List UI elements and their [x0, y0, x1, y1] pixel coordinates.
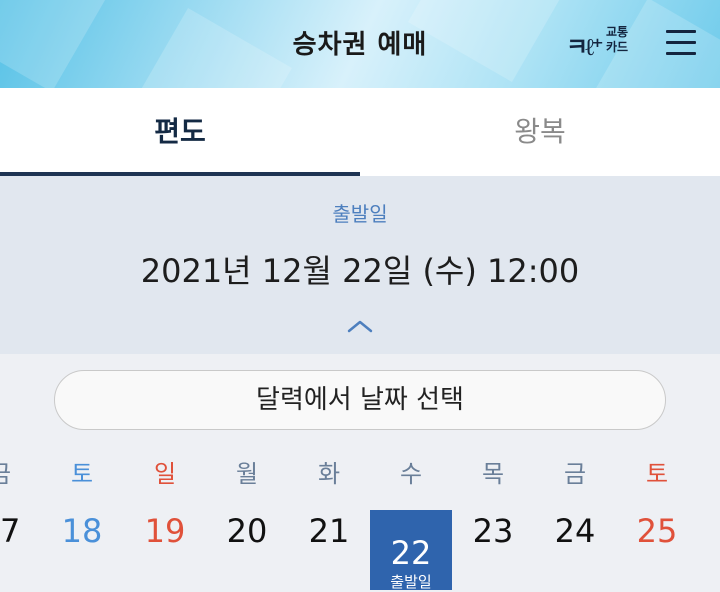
- selected-day-cell[interactable]: 22 출발일: [370, 510, 452, 591]
- card-label-line2: 카드: [606, 40, 629, 54]
- transport-card-button[interactable]: ㅋℓ⁺ 교통 카드: [566, 25, 636, 61]
- departure-label: 출발일: [332, 202, 388, 226]
- chevron-up-icon: [347, 320, 373, 333]
- weekday-label: 금: [563, 460, 587, 488]
- calendar-strip: 달력에서 날짜 선택 금 토 일 월 화 수 목 금 토 17 18 19 20…: [0, 354, 720, 591]
- weekday-label: 금: [0, 454, 41, 489]
- day-cell[interactable]: 19: [124, 512, 206, 550]
- transport-card-label: 교통 카드: [606, 25, 628, 55]
- calendar-select-button[interactable]: 달력에서 날짜 선택: [54, 370, 666, 430]
- app-header: 승차권 예매 ㅋℓ⁺ 교통 카드: [0, 0, 720, 88]
- day-cell[interactable]: 20: [206, 512, 288, 550]
- day-cell[interactable]: 25: [616, 512, 698, 550]
- day-cell[interactable]: 18: [41, 512, 123, 550]
- weekday-label: 토: [645, 460, 669, 488]
- day-cell[interactable]: 2: [692, 512, 720, 550]
- tab-round-trip[interactable]: 왕복: [360, 88, 720, 176]
- day-cell[interactable]: 24: [534, 512, 616, 550]
- trip-type-tabs: 편도 왕복: [0, 88, 720, 176]
- tab-one-way[interactable]: 편도: [0, 88, 360, 176]
- day-cell[interactable]: 17: [0, 512, 41, 550]
- collapse-button[interactable]: [345, 316, 375, 336]
- day-cell[interactable]: 21: [288, 512, 370, 550]
- transport-card-logo: ㅋℓ⁺: [566, 32, 604, 61]
- day-cell[interactable]: 23: [452, 512, 534, 550]
- weekday-label: 수: [399, 460, 423, 488]
- weekday-label: 월: [235, 460, 259, 488]
- departure-panel: 출발일 2021년 12월 22일 (수) 12:00: [0, 176, 720, 354]
- weekday-label: 목: [481, 460, 505, 488]
- menu-button[interactable]: [666, 28, 696, 58]
- card-label-line1: 교통: [606, 25, 629, 39]
- weekday-label: 화: [317, 460, 341, 488]
- selected-day-number: 22: [390, 534, 432, 572]
- departure-datetime[interactable]: 2021년 12월 22일 (수) 12:00: [0, 246, 720, 292]
- selected-day-caption: 출발일: [390, 573, 432, 591]
- weekday-label: 토: [70, 460, 94, 488]
- weekday-label: 일: [153, 460, 177, 488]
